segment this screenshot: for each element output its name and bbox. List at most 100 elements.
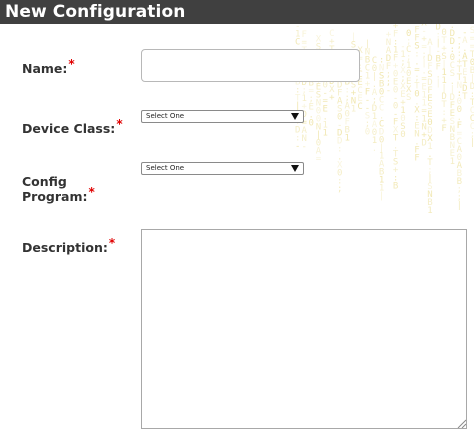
svg-text:C: C [470, 106, 474, 116]
device-class-selected-value: Select One [146, 112, 185, 120]
dropdown-arrow-icon [291, 113, 299, 120]
svg-text:D: D [441, 92, 446, 102]
svg-text:=: = [470, 34, 474, 44]
svg-text:D: D [379, 127, 384, 137]
svg-text:1: 1 [302, 94, 307, 104]
svg-text:.: . [427, 150, 432, 160]
svg-text:S: S [427, 70, 432, 80]
svg-text:E: E [406, 77, 411, 87]
name-required-marker: * [68, 57, 75, 71]
svg-text:E: E [323, 105, 328, 115]
resize-grip-icon[interactable] [456, 418, 466, 428]
svg-text:C: C [357, 102, 362, 112]
svg-text:S: S [427, 102, 432, 112]
svg-text:B: B [450, 133, 455, 143]
svg-text:0: 0 [372, 64, 377, 74]
svg-text:F: F [457, 121, 462, 131]
svg-text:1: 1 [427, 206, 432, 216]
device-class-label-text: Device Class: [22, 121, 116, 136]
svg-text:+: + [351, 89, 357, 99]
svg-text:.: . [450, 77, 455, 87]
svg-text:1: 1 [421, 99, 426, 109]
svg-text:F: F [441, 124, 446, 134]
svg-text:;: ; [372, 96, 377, 106]
svg-text:;: ; [386, 70, 391, 80]
svg-text:0: 0 [406, 69, 411, 79]
svg-text:|: | [379, 191, 384, 201]
svg-text:S: S [351, 81, 356, 91]
svg-text:A: A [372, 88, 378, 98]
svg-text:T: T [470, 50, 474, 60]
svg-text:B: B [379, 79, 384, 89]
svg-text:0: 0 [470, 58, 474, 68]
svg-text:-: - [295, 24, 300, 32]
svg-text:D: D [421, 139, 426, 149]
svg-text:E: E [421, 83, 426, 93]
svg-text:F: F [414, 34, 419, 44]
svg-text:0: 0 [393, 101, 398, 111]
svg-text:D: D [450, 37, 455, 47]
svg-text:.: . [309, 111, 314, 121]
svg-text:D: D [337, 129, 342, 139]
svg-text:N: N [386, 38, 391, 48]
svg-text:;: ; [406, 53, 411, 63]
svg-text:A: A [337, 97, 343, 107]
svg-text:1: 1 [372, 112, 377, 122]
svg-text:|: | [441, 84, 446, 94]
description-textarea[interactable] [141, 229, 467, 429]
svg-text:0: 0 [337, 113, 342, 123]
svg-text:A: A [316, 147, 322, 157]
svg-text:1: 1 [421, 91, 426, 101]
svg-text:1: 1 [400, 106, 405, 116]
svg-text:=: = [421, 43, 427, 53]
svg-text:T: T [462, 92, 468, 102]
svg-text:+: + [365, 79, 371, 89]
svg-text:T: T [414, 82, 420, 92]
svg-text:N: N [351, 97, 356, 107]
svg-text:X: X [427, 134, 433, 144]
svg-text:;: ; [406, 37, 411, 47]
device-class-select[interactable]: Select One [141, 110, 304, 123]
svg-text:=: = [309, 87, 315, 97]
svg-text:E: E [450, 149, 455, 159]
svg-text:F: F [414, 154, 419, 164]
svg-text:+: + [329, 93, 335, 103]
svg-text:S: S [379, 71, 384, 81]
svg-text:0: 0 [427, 118, 432, 128]
svg-text:C: C [457, 137, 462, 147]
svg-text:F: F [386, 62, 391, 72]
svg-text:C: C [379, 119, 384, 129]
dropdown-arrow-icon [291, 165, 299, 172]
svg-text:T: T [441, 36, 447, 46]
svg-text:X: X [421, 24, 427, 29]
svg-text:N: N [302, 134, 307, 144]
svg-text:1: 1 [441, 76, 446, 86]
svg-text::: : [450, 45, 455, 55]
svg-text:=: = [414, 24, 420, 28]
svg-text:0: 0 [450, 53, 455, 63]
svg-text:F: F [365, 87, 370, 97]
svg-text:=: = [470, 42, 474, 52]
svg-text:0: 0 [457, 105, 462, 115]
svg-text:N: N [450, 141, 455, 151]
svg-text:1: 1 [345, 133, 350, 143]
svg-text:-: - [421, 27, 426, 37]
config-program-select[interactable]: Select One [141, 162, 304, 175]
svg-text:A: A [386, 46, 392, 56]
svg-text::: : [337, 145, 342, 155]
svg-text:T: T [295, 94, 301, 104]
svg-text::: : [414, 50, 419, 60]
svg-text:C: C [357, 86, 362, 96]
svg-text:|: | [470, 74, 474, 84]
svg-text:;: ; [345, 93, 350, 103]
svg-text:A: A [462, 52, 468, 62]
name-input[interactable] [141, 49, 360, 82]
svg-text:F: F [414, 146, 419, 156]
svg-text:0: 0 [400, 130, 405, 140]
svg-text:D: D [450, 93, 455, 103]
svg-text:F: F [337, 89, 342, 99]
svg-text:S: S [441, 52, 446, 62]
svg-text:A: A [372, 120, 378, 130]
svg-text:=: = [421, 75, 427, 85]
svg-text:;: ; [400, 74, 405, 84]
